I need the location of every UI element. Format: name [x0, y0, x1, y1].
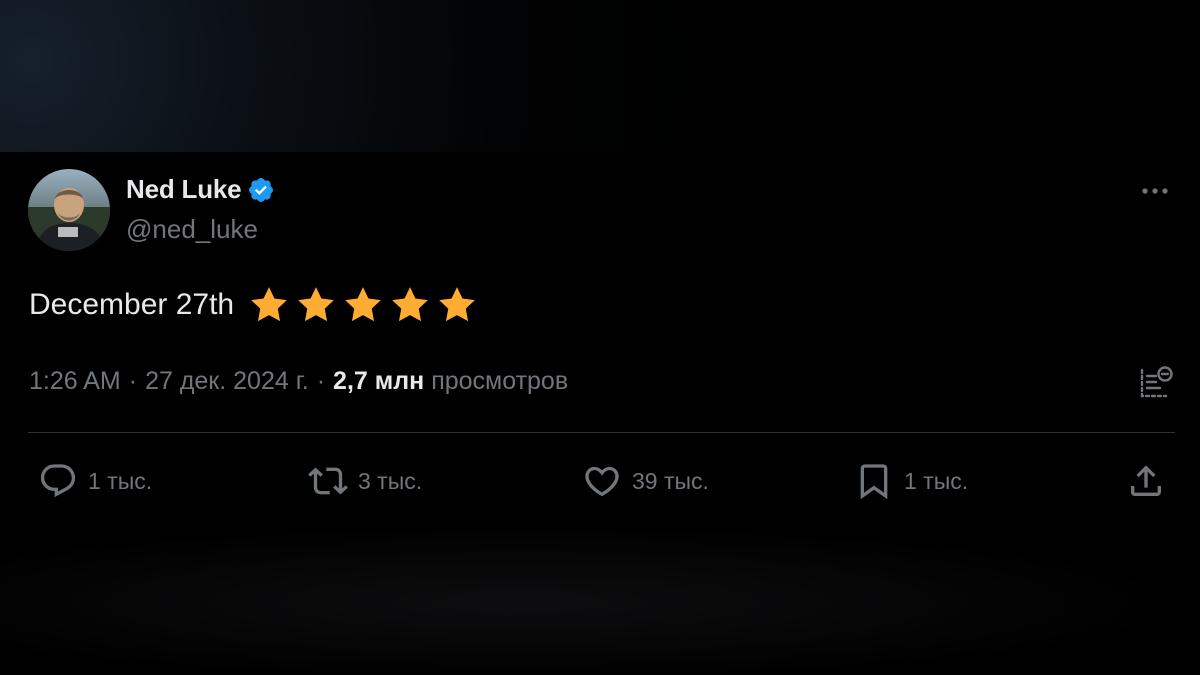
author-name-row: Ned Luke [126, 174, 275, 205]
like-count: 39 тыс. [632, 467, 709, 494]
meta-separator: · [128, 367, 138, 395]
reply-button[interactable]: 1 тыс. [38, 461, 152, 501]
repost-icon [308, 467, 348, 495]
background-top [0, 0, 1200, 152]
like-icon [585, 466, 619, 497]
verified-badge-icon[interactable] [247, 176, 275, 204]
views-count: 2,7 млн [333, 367, 425, 395]
bookmark-count: 1 тыс. [904, 467, 969, 494]
star-icon [345, 287, 381, 322]
divider [28, 432, 1175, 433]
tweet-time[interactable]: 1:26 AM [29, 367, 121, 396]
star-icon [298, 287, 334, 322]
bookmark-button[interactable]: 1 тыс. [854, 461, 968, 501]
star-icon [392, 287, 428, 322]
star-rating [248, 284, 478, 326]
more-icon[interactable] [1138, 182, 1172, 200]
tweet-text: December 27th [29, 284, 478, 326]
tweet-text-content: December 27th [29, 288, 235, 321]
reply-icon [40, 464, 76, 498]
bookmark-icon [860, 464, 888, 500]
tweet-card: Ned Luke @ned_luke December 27th 1:26 AM… [0, 152, 1200, 523]
tweet-meta: 1:26 AM · 27 дек. 2024 г. · 2,7 млн прос… [29, 367, 568, 396]
reply-count: 1 тыс. [88, 467, 153, 494]
repost-count: 3 тыс. [358, 467, 423, 494]
tweet-date[interactable]: 27 дек. 2024 г. [145, 367, 309, 396]
repost-button[interactable]: 3 тыс. [308, 461, 422, 501]
share-icon [1131, 465, 1161, 496]
analytics-icon[interactable] [1136, 362, 1176, 402]
star-icon [251, 287, 287, 322]
star-icon [439, 287, 475, 322]
like-button[interactable]: 39 тыс. [582, 461, 709, 501]
share-button[interactable] [1126, 461, 1166, 501]
views-label: просмотров [431, 367, 569, 395]
meta-separator: · [316, 367, 326, 395]
author-display-name[interactable]: Ned Luke [126, 174, 242, 205]
author-handle[interactable]: @ned_luke [126, 214, 258, 245]
background-bottom [0, 523, 1200, 675]
avatar[interactable] [28, 169, 110, 251]
